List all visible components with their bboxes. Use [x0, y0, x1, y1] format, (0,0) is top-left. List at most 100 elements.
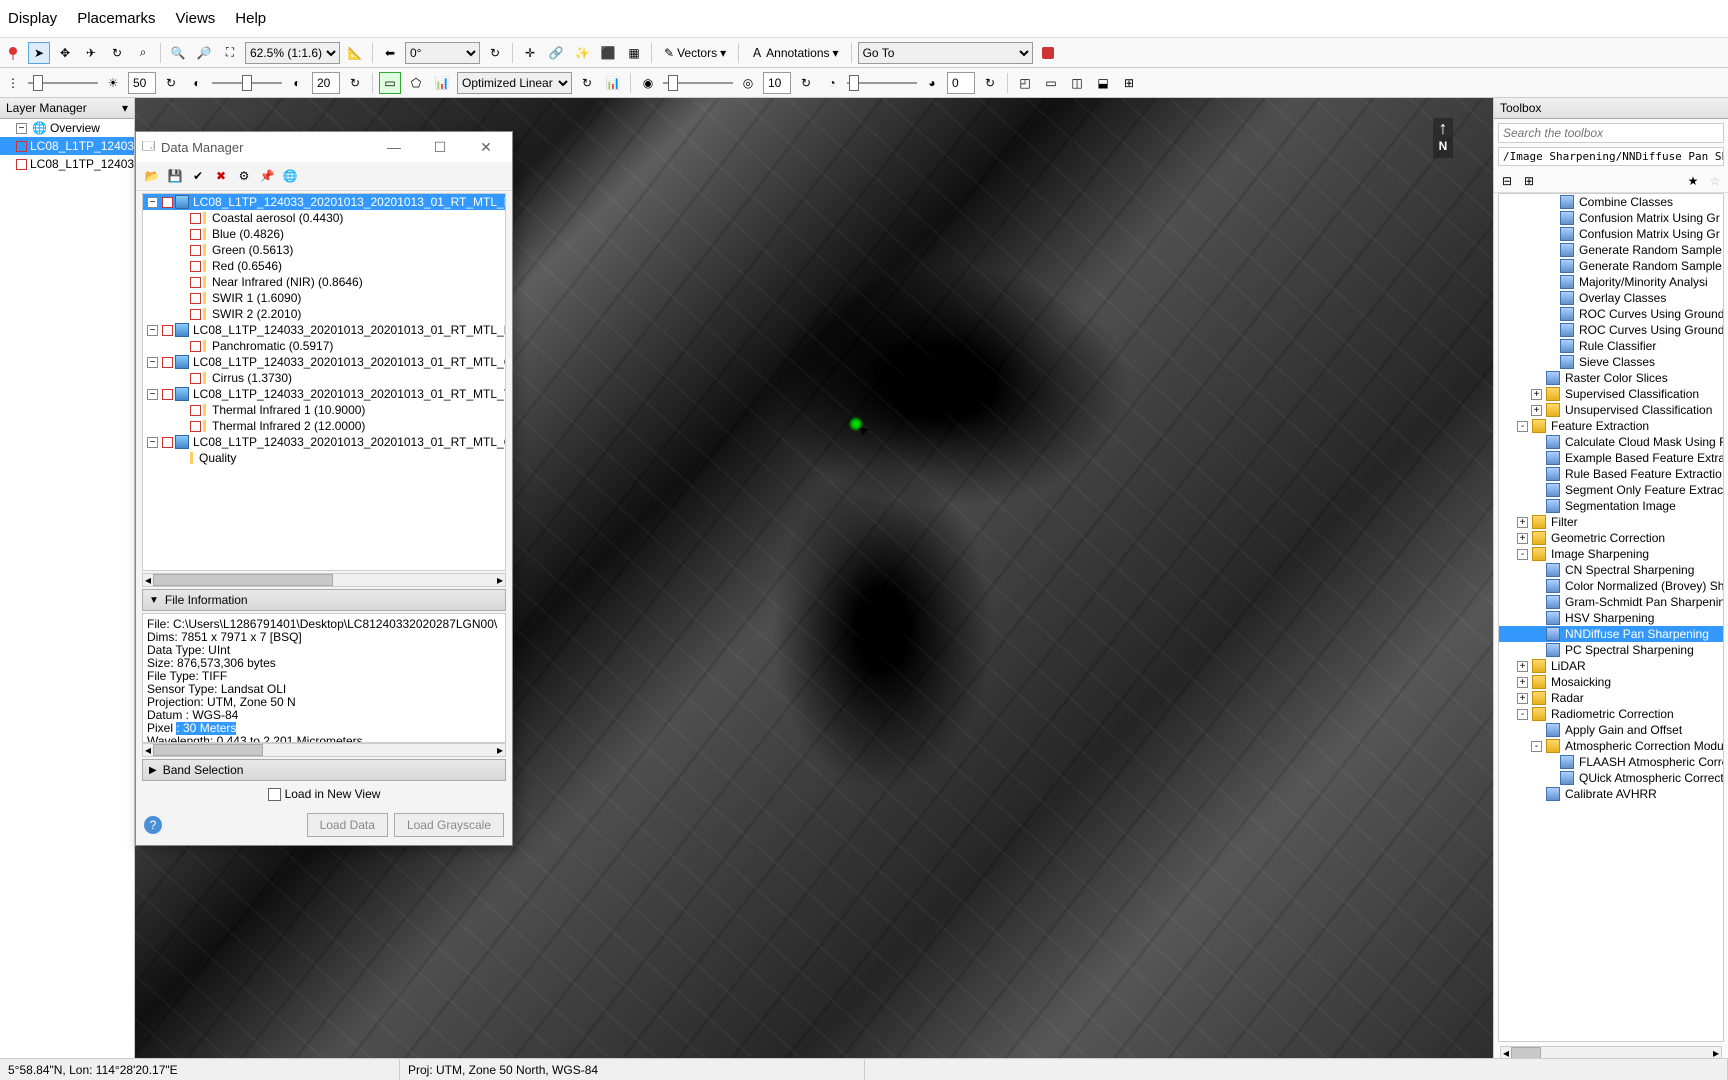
- data-manager-hscroll[interactable]: ◂▸: [142, 573, 506, 587]
- toolbox-tree-item[interactable]: Confusion Matrix Using Gr: [1499, 210, 1723, 226]
- pointer-icon[interactable]: ➤: [28, 42, 50, 64]
- refresh-icon[interactable]: ↻: [795, 72, 817, 94]
- toolbox-tree-item[interactable]: HSV Sharpening: [1499, 610, 1723, 626]
- toolbox-tree-item[interactable]: Majority/Minority Analysi: [1499, 274, 1723, 290]
- refresh-north-icon[interactable]: ↻: [484, 42, 506, 64]
- toolbox-tree-item[interactable]: +Filter: [1499, 514, 1723, 530]
- toolbox-tree-item[interactable]: -Image Sharpening: [1499, 546, 1723, 562]
- data-manager-tree[interactable]: −LC08_L1TP_124033_20201013_20201013_01_R…: [142, 193, 506, 571]
- toolbox-tree-item[interactable]: +Supervised Classification: [1499, 386, 1723, 402]
- data-tree-item[interactable]: Coastal aerosol (0.4430): [143, 210, 505, 226]
- toolbox-tree-item[interactable]: +Mosaicking: [1499, 674, 1723, 690]
- refresh-icon[interactable]: ↻: [979, 72, 1001, 94]
- check-icon[interactable]: ✔: [188, 166, 208, 186]
- nav-back-icon[interactable]: ⬅: [379, 42, 401, 64]
- manage-icon[interactable]: ⚙: [234, 166, 254, 186]
- split-4-icon[interactable]: ⊞: [1118, 72, 1140, 94]
- toolbox-tree-item[interactable]: Combine Classes: [1499, 194, 1723, 210]
- toolbox-tree-item[interactable]: Color Normalized (Brovey) Sh: [1499, 578, 1723, 594]
- toolbox-tree-item[interactable]: ROC Curves Using Ground T: [1499, 306, 1723, 322]
- toolbox-tree-item[interactable]: +LiDAR: [1499, 658, 1723, 674]
- globe-icon[interactable]: 🌐: [280, 166, 300, 186]
- load-data-button[interactable]: Load Data: [307, 813, 388, 837]
- toolbox-tree-item[interactable]: Segmentation Image: [1499, 498, 1723, 514]
- split-h-icon[interactable]: ⬓: [1092, 72, 1114, 94]
- data-tree-item[interactable]: −LC08_L1TP_124033_20201013_20201013_01_R…: [143, 354, 505, 370]
- pin-icon[interactable]: [2, 42, 24, 64]
- histogram2-icon[interactable]: 📊: [602, 72, 624, 94]
- toolbox-path[interactable]: /Image Sharpening/NNDiffuse Pan Sharpen: [1498, 147, 1724, 166]
- toolbox-tree[interactable]: Combine ClassesConfusion Matrix Using Gr…: [1498, 193, 1724, 1042]
- toolbox-tree-item[interactable]: -Radiometric Correction: [1499, 706, 1723, 722]
- band-selection-header[interactable]: ▶Band Selection: [142, 759, 506, 781]
- grip-icon[interactable]: ⋮: [2, 72, 24, 94]
- overview-item[interactable]: −🌐Overview: [0, 119, 134, 137]
- toolbox-tree-item[interactable]: QUick Atmospheric Correct: [1499, 770, 1723, 786]
- file-information-header[interactable]: ▼File Information: [142, 589, 506, 611]
- data-tree-item[interactable]: −LC08_L1TP_124033_20201013_20201013_01_R…: [143, 194, 505, 210]
- toolbox-tree-item[interactable]: Generate Random Sample Us: [1499, 242, 1723, 258]
- menu-help[interactable]: Help: [235, 10, 266, 27]
- toolbox-tree-item[interactable]: Example Based Feature Extrac: [1499, 450, 1723, 466]
- load-grayscale-button[interactable]: Load Grayscale: [394, 813, 504, 837]
- contrast-value[interactable]: [312, 72, 340, 94]
- data-tree-item[interactable]: Thermal Infrared 2 (12.0000): [143, 418, 505, 434]
- load-in-new-view-checkbox[interactable]: Load in New View: [136, 783, 512, 805]
- toolbox-tree-item[interactable]: Generate Random Sample Us: [1499, 258, 1723, 274]
- fileinfo-hscroll[interactable]: ◂▸: [142, 743, 506, 757]
- stretch-combo[interactable]: Optimized Linear: [457, 72, 572, 94]
- data-tree-item[interactable]: Cirrus (1.3730): [143, 370, 505, 386]
- fly-icon[interactable]: ✈: [80, 42, 102, 64]
- toolbox-tree-item[interactable]: NNDiffuse Pan Sharpening: [1499, 626, 1723, 642]
- toolbox-tree-item[interactable]: -Atmospheric Correction Modul: [1499, 738, 1723, 754]
- stop-icon[interactable]: [1037, 42, 1059, 64]
- expand-icon[interactable]: ⊞: [1520, 172, 1538, 190]
- panel-menu-icon[interactable]: ▾: [122, 101, 128, 115]
- collapse-icon[interactable]: ⊟: [1498, 172, 1516, 190]
- save-icon[interactable]: 💾: [165, 166, 185, 186]
- toolbox-tree-item[interactable]: Segment Only Feature Extract: [1499, 482, 1723, 498]
- toolbox-tree-item[interactable]: PC Spectral Sharpening: [1499, 642, 1723, 658]
- refresh-icon[interactable]: ↻: [160, 72, 182, 94]
- toolbox-tree-item[interactable]: Gram-Schmidt Pan Sharpening: [1499, 594, 1723, 610]
- refresh-icon[interactable]: ↻: [344, 72, 366, 94]
- toolbox-tree-item[interactable]: Overlay Classes: [1499, 290, 1723, 306]
- toolbox-tree-item[interactable]: ROC Curves Using Ground T: [1499, 322, 1723, 338]
- data-tree-item[interactable]: −LC08_L1TP_124033_20201013_20201013_01_R…: [143, 322, 505, 338]
- toolbox-tree-item[interactable]: +Geometric Correction: [1499, 530, 1723, 546]
- brightness-value[interactable]: [128, 72, 156, 94]
- rotate-icon[interactable]: ↻: [106, 42, 128, 64]
- sharpen-slider[interactable]: [663, 72, 733, 94]
- vectors-dropdown[interactable]: ✎Vectors▾: [658, 42, 732, 64]
- toolbox-tree-item[interactable]: Raster Color Slices: [1499, 370, 1723, 386]
- zoom-combo[interactable]: 62.5% (1:1.6): [245, 42, 340, 64]
- layer-manager-tree[interactable]: −🌐Overview LC08_L1TP_124033_202 LC08_L1T…: [0, 119, 134, 1060]
- portal-icon[interactable]: ◰: [1014, 72, 1036, 94]
- contrast-slider[interactable]: [212, 72, 282, 94]
- sharpen-value[interactable]: [763, 72, 791, 94]
- toolbox-search-input[interactable]: [1498, 123, 1724, 143]
- histogram-icon[interactable]: 📊: [431, 72, 453, 94]
- data-tree-item[interactable]: Blue (0.4826): [143, 226, 505, 242]
- toolbox-tree-item[interactable]: Rule Based Feature Extractio: [1499, 466, 1723, 482]
- favorite-off-icon[interactable]: ☆: [1706, 172, 1724, 190]
- data-tree-item[interactable]: SWIR 1 (1.6090): [143, 290, 505, 306]
- crosshair-icon[interactable]: ✛: [519, 42, 541, 64]
- data-tree-item[interactable]: Green (0.5613): [143, 242, 505, 258]
- toolbox-tree-item[interactable]: Calculate Cloud Mask Using F: [1499, 434, 1723, 450]
- toolbox-tree-item[interactable]: +Radar: [1499, 690, 1723, 706]
- open-file-icon[interactable]: 📂: [142, 166, 162, 186]
- toolbox-tree-item[interactable]: Confusion Matrix Using Gr: [1499, 226, 1723, 242]
- split-v-icon[interactable]: ◫: [1066, 72, 1088, 94]
- brightness-slider[interactable]: [28, 72, 98, 94]
- dialog-titlebar[interactable]: 🗔 Data Manager — ☐ ✕: [136, 132, 512, 162]
- help-icon[interactable]: ?: [144, 816, 162, 834]
- toolbox-tree-item[interactable]: +Unsupervised Classification: [1499, 402, 1723, 418]
- close-file-icon[interactable]: ✖: [211, 166, 231, 186]
- menu-placemarks[interactable]: Placemarks: [77, 10, 155, 27]
- rotation-combo[interactable]: 0°: [405, 42, 480, 64]
- toolbox-tree-item[interactable]: Rule Classifier: [1499, 338, 1723, 354]
- transparency-value[interactable]: [947, 72, 975, 94]
- view-icon[interactable]: ▭: [1040, 72, 1062, 94]
- wand-icon[interactable]: ✨: [571, 42, 593, 64]
